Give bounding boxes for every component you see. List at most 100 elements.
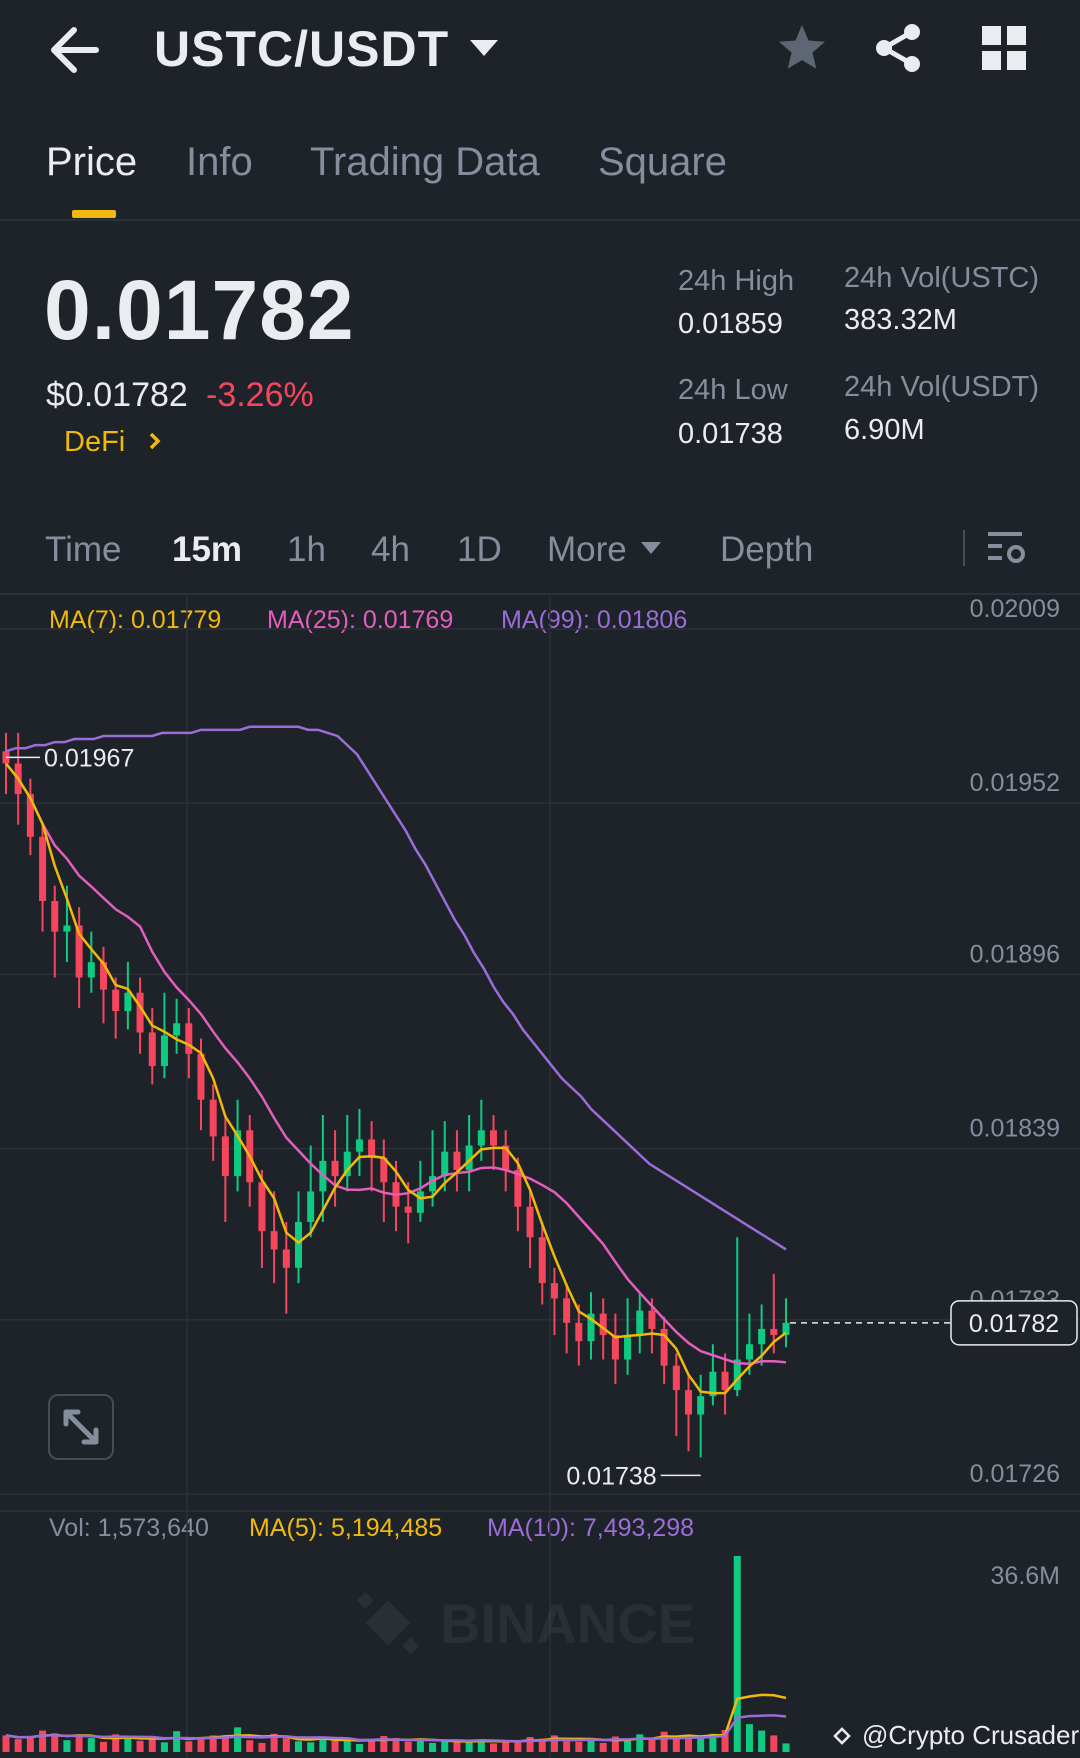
price-tick-label: 0.02009 [970, 596, 1060, 623]
volume-bar [258, 1742, 266, 1752]
price-tick-label: 0.01726 [970, 1460, 1060, 1488]
candle [685, 1374, 692, 1452]
candle [2, 732, 10, 795]
candle-body [490, 1130, 497, 1146]
candle [550, 1267, 558, 1336]
interval-1h[interactable]: 1h [287, 530, 326, 570]
volume-bar [368, 1740, 376, 1752]
candle-body [173, 1023, 181, 1036]
volume-bar [2, 1735, 10, 1752]
candlestick-chart[interactable]: BINANCE 0.020090.019520.018960.018390.01… [0, 596, 1080, 1758]
volume-bar [770, 1735, 778, 1752]
volume-bar [575, 1741, 583, 1752]
star-icon[interactable] [776, 22, 828, 74]
candle [782, 1298, 790, 1348]
volume-bar [295, 1741, 302, 1752]
candle [221, 1114, 229, 1222]
price-tick-label: 0.01839 [970, 1115, 1060, 1143]
tab-square[interactable]: Square [598, 140, 727, 185]
candle-body [575, 1322, 583, 1342]
interval-time[interactable]: Time [45, 530, 121, 570]
chevron-down-icon[interactable] [470, 40, 498, 56]
candle [209, 1084, 217, 1161]
share-icon[interactable] [872, 22, 924, 74]
caret-down-icon[interactable] [641, 542, 661, 554]
sector-tag[interactable]: DeFi [64, 426, 125, 459]
candle [124, 962, 132, 1030]
candle-body [355, 1139, 363, 1152]
candle [343, 1114, 351, 1192]
last-price: 0.01782 [44, 263, 355, 357]
volume-bar [173, 1731, 181, 1752]
volume-bar [490, 1743, 497, 1752]
volume-bar [124, 1737, 132, 1752]
candle-body [721, 1371, 729, 1391]
volume-bar [416, 1740, 424, 1752]
volume-bar [624, 1740, 632, 1752]
binance-watermark: BINANCE [356, 1591, 695, 1655]
candle-body [404, 1206, 412, 1213]
candle [416, 1160, 424, 1222]
volume-bar [599, 1742, 607, 1752]
high-label: 24h High [678, 265, 795, 297]
candle [733, 1237, 741, 1397]
volume-bar [75, 1735, 83, 1752]
candle-body [416, 1191, 424, 1213]
candle-body [758, 1328, 766, 1345]
candle-body [258, 1182, 266, 1232]
volume-bar [197, 1737, 205, 1752]
interval-15m[interactable]: 15m [172, 530, 242, 570]
candle-body [636, 1310, 644, 1336]
volume-bar [14, 1739, 22, 1752]
candle [502, 1130, 510, 1192]
candle-body [453, 1151, 461, 1171]
binance-logo-icon [833, 1726, 851, 1745]
price-tick-label: 0.01952 [970, 769, 1060, 797]
interval-4h[interactable]: 4h [371, 530, 410, 570]
volume-bar [465, 1742, 473, 1752]
volume-bar [636, 1734, 644, 1752]
candle-body [770, 1328, 778, 1336]
volume-bar [355, 1743, 363, 1752]
interval-1d[interactable]: 1D [457, 530, 502, 570]
credit-watermark: @Crypto Crusader [828, 1720, 1079, 1751]
high-value: 0.01859 [678, 308, 783, 340]
volume-bar [514, 1741, 522, 1752]
candle [75, 907, 83, 1009]
vol-quote-value: 6.90M [844, 414, 925, 446]
volume-bar [148, 1738, 156, 1752]
candle [234, 1099, 242, 1192]
volume-bar [246, 1740, 254, 1752]
tab-info[interactable]: Info [186, 140, 253, 185]
current-price-label: 0.01782 [969, 1310, 1059, 1338]
chevron-right-icon[interactable] [146, 426, 166, 463]
candle [465, 1114, 473, 1192]
volume-bar [331, 1740, 339, 1752]
volume-bar [745, 1724, 753, 1752]
divider [0, 593, 1080, 595]
candle-body [221, 1136, 229, 1177]
ma7-line [5, 762, 787, 1395]
expand-chart-button[interactable] [48, 1394, 114, 1460]
pair-selector[interactable]: USTC/USDT [154, 20, 449, 78]
candle [672, 1353, 680, 1436]
volume-axis-label: 36.6M [991, 1562, 1060, 1590]
interval-more[interactable]: More [547, 530, 627, 570]
candle [295, 1191, 302, 1284]
volume-ma5-line [5, 1693, 787, 1743]
tab-trading-data[interactable]: Trading Data [310, 140, 540, 185]
candle [526, 1191, 534, 1268]
candle-body [538, 1237, 546, 1284]
price-axis: 0.020090.019520.018960.018390.017830.017… [970, 596, 1060, 1488]
candle [173, 998, 181, 1054]
back-arrow-icon[interactable] [48, 22, 108, 78]
candle [563, 1283, 571, 1354]
depth-tab[interactable]: Depth [720, 530, 813, 570]
grid-icon[interactable] [980, 24, 1028, 72]
candle-body [87, 962, 95, 978]
candle [26, 778, 34, 856]
tab-price[interactable]: Price [46, 140, 137, 185]
volume-bar [758, 1730, 766, 1752]
candle-body [307, 1191, 315, 1222]
chart-settings-icon[interactable] [986, 526, 1030, 570]
